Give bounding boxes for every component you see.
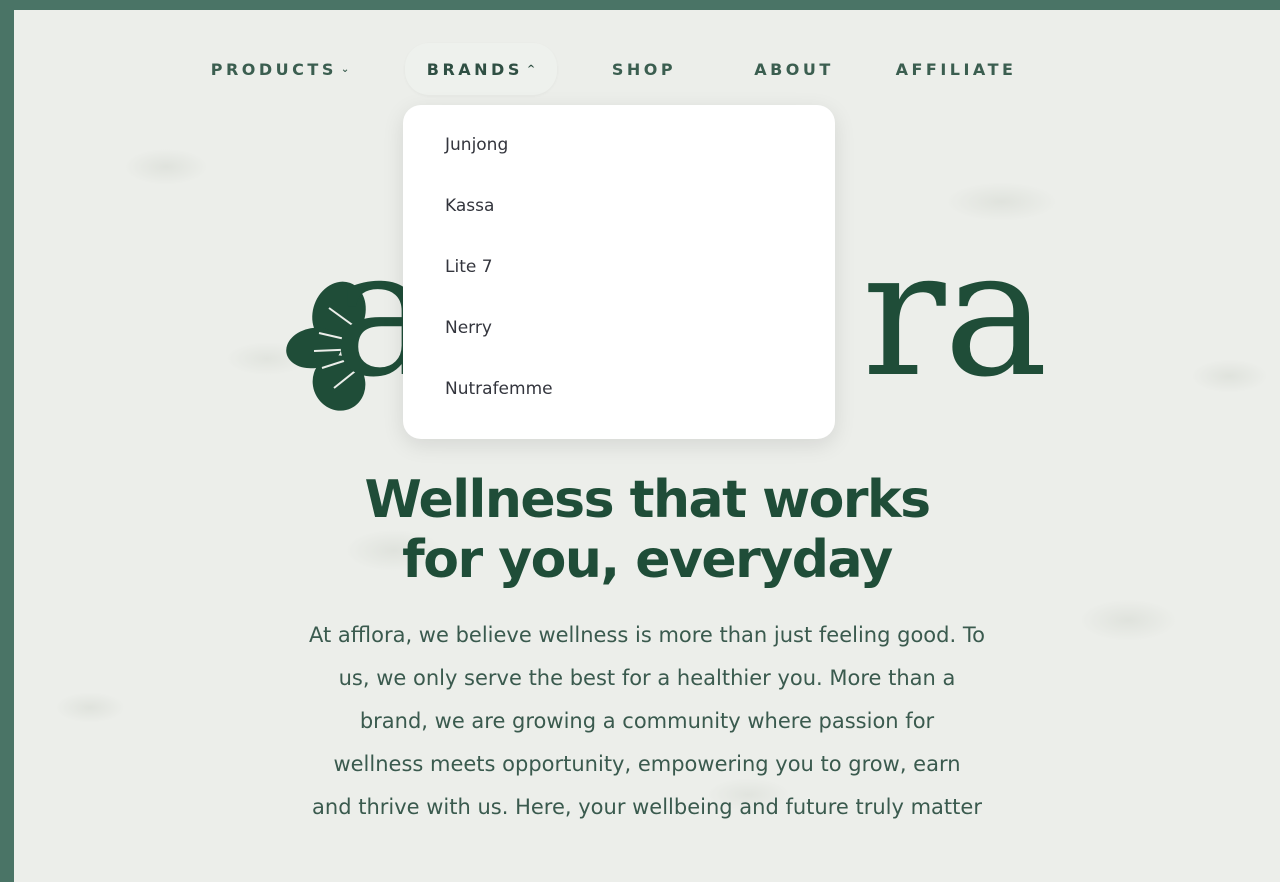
nav-affiliate-label: AFFILIATE	[895, 59, 1017, 79]
nav-brands-label: BRANDS	[426, 59, 523, 79]
brand-item-junjong[interactable]: Junjong	[403, 130, 835, 191]
description-line: wellness meets opportunity, empowering y…	[333, 752, 961, 776]
nav-products[interactable]: PRODUCTS ⌄	[200, 43, 360, 95]
page-frame: PRODUCTS ⌄ BRANDS ^ SHOP ABOUT AFFILIATE…	[14, 10, 1280, 882]
brand-item-nutrafemme[interactable]: Nutrafemme	[403, 374, 835, 435]
brand-item-kassa[interactable]: Kassa	[403, 191, 835, 252]
headline-line-1: Wellness that works	[364, 470, 931, 530]
description-line: brand, we are growing a community where …	[359, 709, 935, 733]
description-line: and thrive with us. Here, your wellbeing…	[312, 795, 982, 819]
chevron-down-icon: ⌄	[340, 63, 350, 75]
nav-shop-label: SHOP	[611, 59, 677, 79]
nav-brands[interactable]: BRANDS ^	[405, 43, 557, 95]
logo-text-end: ra	[862, 213, 1048, 416]
nav-about-label: ABOUT	[754, 59, 834, 79]
description-line: At afflora, we believe wellness is more …	[309, 623, 985, 647]
description-line: us, we only serve the best for a healthi…	[338, 666, 956, 690]
nav-about[interactable]: ABOUT	[734, 43, 854, 95]
nav-products-label: PRODUCTS	[210, 59, 337, 79]
brand-item-nerry[interactable]: Nerry	[403, 313, 835, 374]
headline-line-2: for you, everyday	[402, 530, 893, 590]
hero-description: At afflora, we believe wellness is more …	[14, 614, 1280, 829]
brands-dropdown-menu: Junjong Kassa Lite 7 Nerry Nutrafemme	[403, 105, 835, 439]
nav-shop[interactable]: SHOP	[594, 43, 694, 95]
nav-affiliate[interactable]: AFFILIATE	[886, 43, 1026, 95]
brand-item-lite7[interactable]: Lite 7	[403, 252, 835, 313]
hero-headline: Wellness that works for you, everyday	[14, 470, 1280, 590]
main-nav: PRODUCTS ⌄ BRANDS ^ SHOP ABOUT AFFILIATE	[14, 43, 1280, 95]
chevron-up-icon: ^	[526, 63, 536, 75]
